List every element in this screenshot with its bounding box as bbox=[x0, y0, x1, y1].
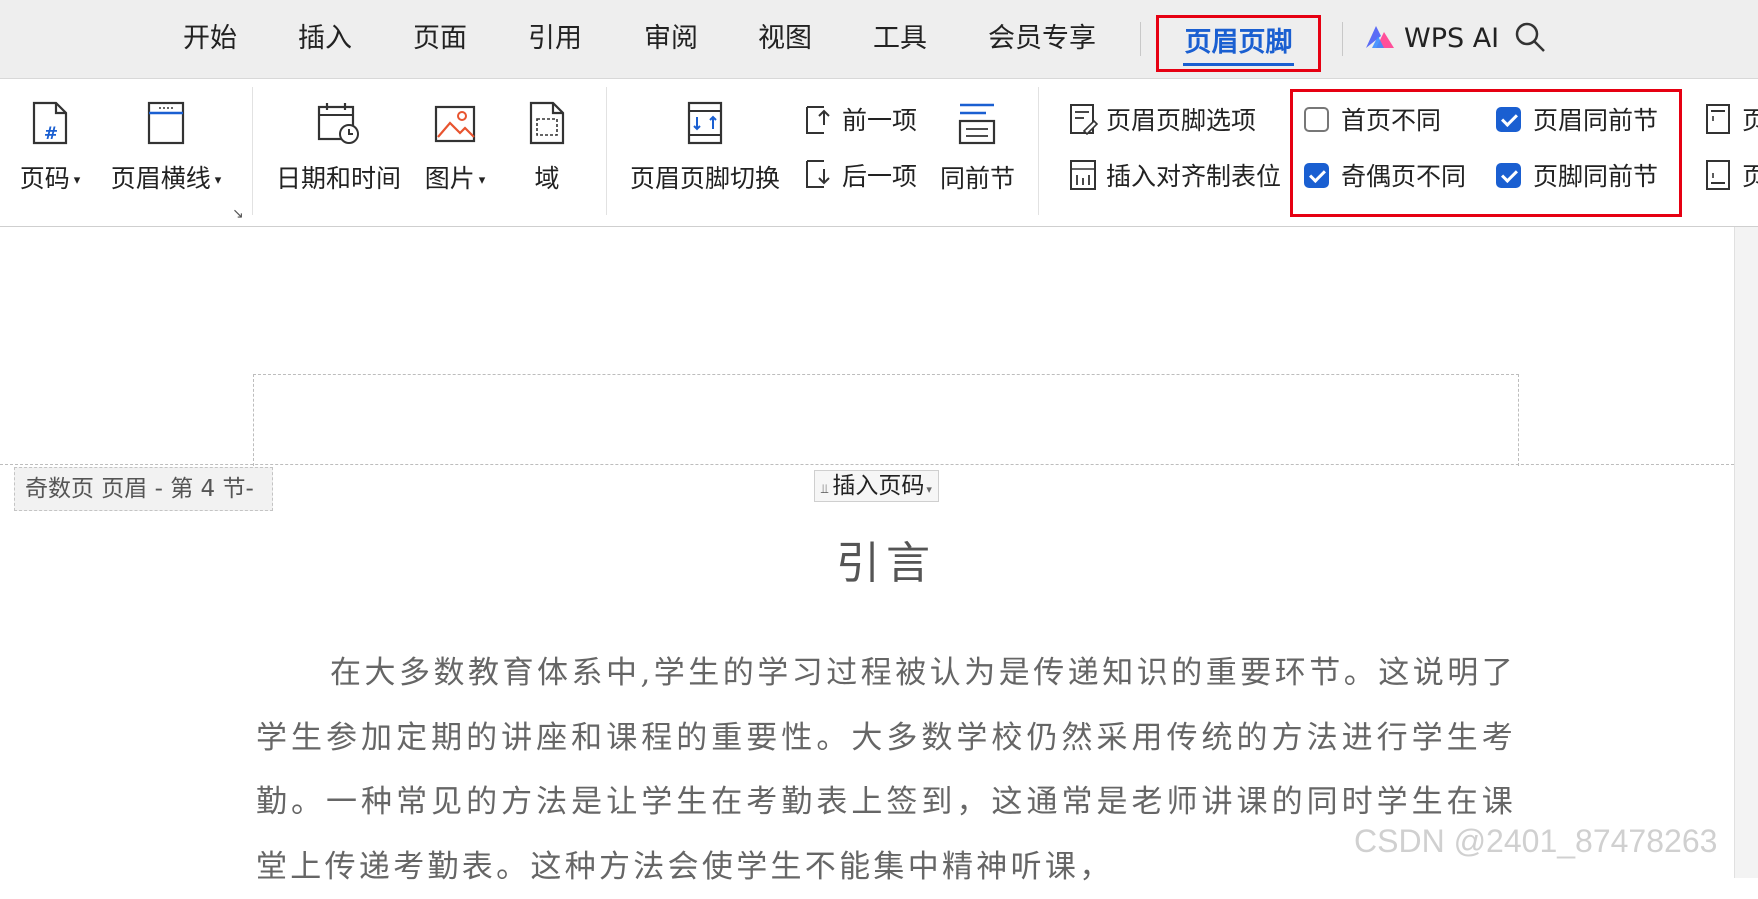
footer-position-icon bbox=[1706, 160, 1730, 190]
chevron-down-icon: ▾ bbox=[73, 172, 81, 188]
header-footer-options-button[interactable]: 页眉页脚选项 bbox=[1068, 101, 1256, 141]
header-edit-area[interactable] bbox=[253, 374, 1519, 466]
body-paragraph: 在大多数教育体系中,学生的学习过程被认为是传递知识的重要环节。这说明了学生参加定… bbox=[256, 655, 1516, 885]
chevron-down-icon: ▾ bbox=[214, 172, 222, 188]
group-separator bbox=[1038, 87, 1039, 215]
insert-page-number-button[interactable]: ⫫ 插入页码 ▾ bbox=[814, 470, 939, 502]
header-footer-switch-label: 页眉页脚切换 bbox=[630, 164, 781, 193]
header-footer-ribbon: # 页码 ▾ 页眉横线 ▾ ↘ 日期和时间 图片 ▾ 域 页眉页脚切换 前一项 … bbox=[0, 79, 1758, 227]
next-item-icon bbox=[806, 160, 830, 188]
same-as-previous-button[interactable]: 同前节 bbox=[940, 101, 1016, 195]
same-as-previous-icon bbox=[958, 103, 996, 145]
first-page-different-label: 首页不同 bbox=[1341, 106, 1442, 135]
page-number-label: 页码 bbox=[19, 164, 70, 193]
tab-references[interactable]: 引用 bbox=[528, 18, 582, 60]
header-footer-switch-button[interactable]: 页眉页脚切换 bbox=[630, 101, 780, 195]
footer-same-as-previous-checkbox[interactable]: 页脚同前节 bbox=[1496, 157, 1658, 197]
watermark: CSDN @2401_87478263 bbox=[1354, 823, 1718, 859]
checkbox-checked-icon bbox=[1304, 162, 1329, 188]
page-number-icon: # bbox=[32, 101, 68, 145]
picture-icon bbox=[434, 105, 476, 143]
page-number-button[interactable]: # 页码 ▾ bbox=[12, 101, 88, 195]
header-same-as-previous-label: 页眉同前节 bbox=[1533, 106, 1659, 135]
next-item-button[interactable]: 后一项 bbox=[804, 157, 917, 197]
odd-even-different-checkbox[interactable]: 奇偶页不同 bbox=[1304, 157, 1466, 197]
page-number-small-icon: ⫫ bbox=[821, 482, 829, 497]
field-icon bbox=[529, 101, 565, 145]
date-time-label: 日期和时间 bbox=[276, 164, 402, 193]
ribbon-tab-bar: 开始 插入 页面 引用 审阅 视图 工具 会员专享 页眉页脚 WPS AI bbox=[0, 0, 1758, 79]
previous-item-button[interactable]: 前一项 bbox=[804, 101, 917, 141]
header-line-button[interactable]: 页眉横线 ▾ bbox=[106, 101, 226, 195]
tab-review[interactable]: 审阅 bbox=[644, 18, 698, 60]
tab-insert[interactable]: 插入 bbox=[298, 18, 352, 60]
next-item-label: 后一项 bbox=[842, 162, 918, 191]
header-boundary-line bbox=[0, 464, 1734, 465]
insert-align-tab-label: 插入对齐制表位 bbox=[1106, 162, 1282, 191]
header-footer-options-label: 页眉页脚选项 bbox=[1106, 106, 1257, 135]
header-line-label: 页眉横线 bbox=[110, 164, 211, 193]
footer-position-button[interactable]: 页 bbox=[1704, 157, 1758, 197]
header-footer-options-icon bbox=[1070, 104, 1099, 136]
field-button[interactable]: 域 bbox=[522, 101, 572, 195]
dialog-launcher-icon[interactable]: ↘ bbox=[232, 206, 244, 222]
previous-item-icon bbox=[806, 106, 830, 134]
chevron-down-icon: ▾ bbox=[478, 172, 486, 188]
tab-separator bbox=[1140, 22, 1141, 56]
checkbox-checked-icon bbox=[1496, 106, 1521, 132]
header-position-label: 页 bbox=[1742, 106, 1758, 135]
insert-align-tab-icon bbox=[1070, 160, 1096, 190]
group-separator bbox=[606, 87, 607, 215]
tab-home[interactable]: 开始 bbox=[183, 18, 237, 60]
odd-even-different-label: 奇偶页不同 bbox=[1341, 162, 1467, 191]
document-canvas: 奇数页 页眉 - 第 4 节- ⫫ 插入页码 ▾ 引言 在大多数教育体系中,学生的学… bbox=[0, 227, 1734, 885]
insert-align-tab-button[interactable]: 插入对齐制表位 bbox=[1068, 157, 1281, 197]
footer-position-label: 页 bbox=[1742, 162, 1758, 191]
svg-text:#: # bbox=[44, 124, 58, 144]
previous-item-label: 前一项 bbox=[842, 106, 918, 135]
picture-button[interactable]: 图片 ▾ bbox=[414, 101, 496, 195]
group-separator bbox=[252, 87, 253, 215]
header-same-as-previous-checkbox[interactable]: 页眉同前节 bbox=[1496, 101, 1658, 141]
vertical-scrollbar[interactable] bbox=[1734, 227, 1758, 878]
header-position-button[interactable]: 页 bbox=[1704, 101, 1758, 141]
tab-separator bbox=[1342, 22, 1343, 56]
tab-tools[interactable]: 工具 bbox=[873, 18, 927, 60]
insert-page-number-label: 插入页码 bbox=[832, 473, 925, 499]
first-page-different-checkbox[interactable]: 首页不同 bbox=[1304, 101, 1441, 141]
header-section-tag: 奇数页 页眉 - 第 4 节- bbox=[14, 467, 273, 511]
tab-header-footer[interactable]: 页眉页脚 bbox=[1156, 15, 1321, 72]
picture-label: 图片 bbox=[424, 164, 475, 193]
tab-member[interactable]: 会员专享 bbox=[988, 18, 1096, 60]
tab-header-footer-label: 页眉页脚 bbox=[1184, 27, 1293, 58]
tab-view[interactable]: 视图 bbox=[758, 18, 812, 60]
field-label: 域 bbox=[534, 164, 560, 193]
chevron-down-icon: ▾ bbox=[926, 483, 932, 496]
checkbox-checked-icon bbox=[1496, 162, 1521, 188]
header-line-icon bbox=[147, 101, 185, 145]
date-time-button[interactable]: 日期和时间 bbox=[276, 101, 402, 195]
header-footer-switch-icon bbox=[687, 101, 723, 145]
checkbox-unchecked-icon bbox=[1304, 106, 1329, 132]
calendar-clock-icon bbox=[317, 103, 359, 144]
tab-page[interactable]: 页面 bbox=[413, 18, 467, 60]
wps-ai-logo-icon bbox=[1366, 25, 1394, 48]
same-as-previous-label: 同前节 bbox=[940, 164, 1016, 193]
header-position-icon bbox=[1706, 104, 1730, 134]
active-tab-underline bbox=[1183, 63, 1294, 66]
footer-same-as-previous-label: 页脚同前节 bbox=[1533, 162, 1659, 191]
search-button[interactable] bbox=[1514, 18, 1546, 60]
wps-ai-button[interactable]: WPS AI bbox=[1364, 18, 1499, 60]
document-title: 引言 bbox=[836, 538, 936, 589]
wps-ai-label: WPS AI bbox=[1404, 23, 1500, 54]
search-icon bbox=[1515, 22, 1545, 52]
